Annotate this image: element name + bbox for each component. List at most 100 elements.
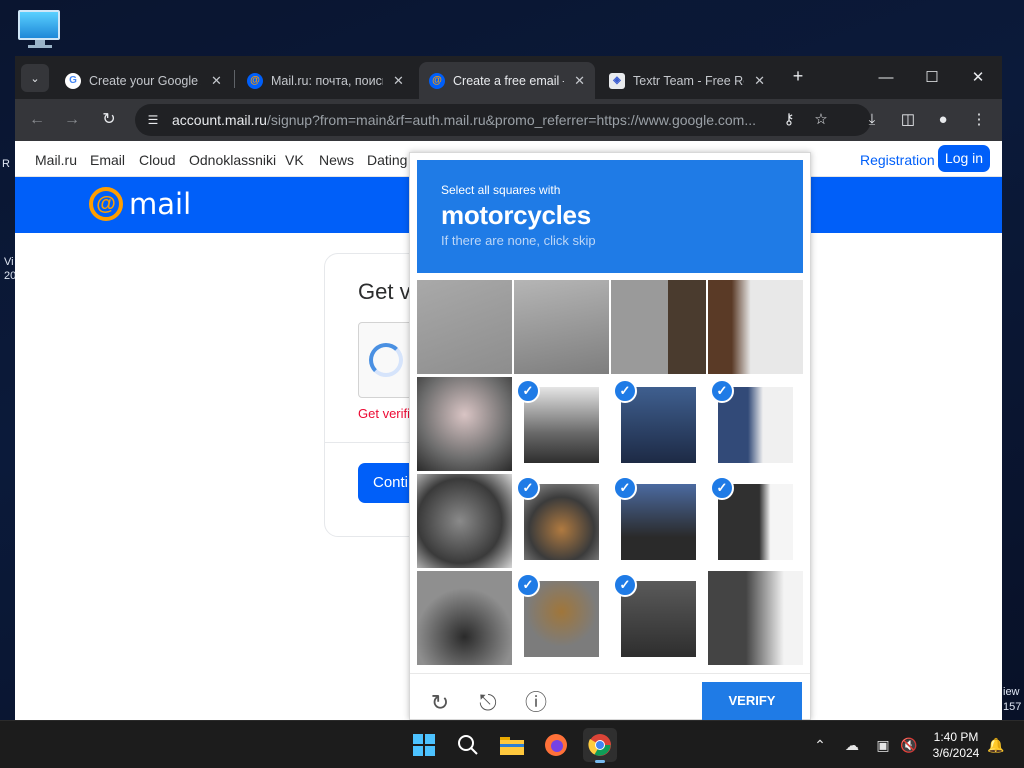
menu-icon[interactable]: ⋮ — [970, 111, 988, 129]
forward-button[interactable]: → — [58, 107, 86, 133]
chrome-button[interactable] — [583, 728, 617, 763]
chevron-up-icon[interactable]: ⌃ — [810, 735, 830, 755]
captcha-tile[interactable] — [708, 571, 803, 665]
nav-mailru[interactable]: Mail.ru — [35, 152, 77, 168]
this-pc-desktop-icon[interactable] — [18, 10, 62, 50]
audio-icon[interactable]: ⎋ — [474, 689, 502, 717]
start-button[interactable] — [407, 728, 441, 762]
tab-textr[interactable]: ◈ Textr Team - Free Receive SMS ✕ — [599, 62, 775, 99]
close-window-button[interactable]: ✕ — [955, 64, 1001, 92]
challenge-target: motorcycles — [441, 200, 591, 230]
tab-bar: ⌄ G Create your Google Account ✕ @ Mail.… — [15, 56, 1002, 99]
captcha-tile[interactable] — [708, 280, 803, 374]
active-indicator — [595, 760, 605, 763]
browser-toolbar: ← → ↻ ☰ account.mail.ru/signup?from=main… — [15, 99, 1002, 141]
captcha-tile[interactable]: ✓ — [611, 474, 706, 568]
right-edge-text-1: iew — [1003, 686, 1020, 698]
captcha-tile[interactable] — [417, 377, 512, 471]
tab-search-button[interactable]: ⌄ — [21, 64, 49, 92]
clock-date: 3/6/2024 — [932, 746, 980, 760]
captcha-tile[interactable] — [611, 280, 706, 374]
captcha-tile[interactable]: ✓ — [708, 377, 803, 471]
windows-start-icon — [413, 734, 435, 756]
reload-button[interactable]: ↻ — [95, 107, 123, 133]
new-tab-button[interactable]: + — [787, 66, 809, 87]
captcha-tile[interactable] — [417, 474, 512, 568]
nav-odnoklassniki[interactable]: Odnoklassniki — [189, 152, 276, 168]
notification-bell-icon[interactable]: 🔔 — [986, 735, 1006, 755]
tab-separator — [234, 70, 235, 88]
firefox-button[interactable] — [539, 728, 573, 762]
checkmark-icon: ✓ — [710, 379, 734, 403]
back-button[interactable]: ← — [23, 107, 51, 133]
shield-icon: ◈ — [609, 72, 625, 89]
search-button[interactable] — [451, 728, 485, 762]
url-path: /signup?from=main&rf=auth.mail.ru&promo_… — [266, 112, 756, 128]
captcha-tile[interactable] — [514, 280, 609, 374]
reload-icon: ↻ — [102, 111, 116, 128]
refresh-icon[interactable]: ↻ — [426, 689, 454, 717]
nav-news[interactable]: News — [319, 152, 354, 168]
star-icon[interactable]: ☆ — [812, 111, 830, 129]
chevron-down-icon: ⌄ — [30, 72, 40, 85]
onedrive-offline-icon[interactable]: ☁ — [842, 735, 862, 755]
mailru-logo-icon: @ — [89, 187, 123, 221]
file-explorer-button[interactable] — [495, 728, 529, 762]
captcha-challenge: Select all squares with motorcycles If t… — [409, 152, 811, 720]
nav-email[interactable]: Email — [90, 152, 125, 168]
site-info-icon[interactable]: ☰ — [145, 112, 161, 128]
left-edge-text-2: Vi — [4, 256, 14, 268]
side-panel-icon[interactable]: ◫ — [899, 111, 917, 129]
close-icon[interactable]: ✕ — [211, 73, 222, 89]
captcha-tile[interactable]: ✓ — [708, 474, 803, 568]
checkmark-icon: ✓ — [613, 476, 637, 500]
tab-google-account[interactable]: G Create your Google Account ✕ — [55, 62, 237, 99]
google-icon: G — [65, 72, 81, 89]
captcha-tile[interactable] — [417, 571, 512, 665]
volume-muted-icon[interactable]: 🔇 — [899, 735, 919, 755]
minimize-button[interactable]: — — [863, 64, 909, 92]
close-icon[interactable]: ✕ — [574, 73, 585, 89]
arrow-right-icon: → — [64, 111, 80, 128]
maximize-button[interactable]: ☐ — [909, 64, 955, 92]
verify-button[interactable]: VERIFY — [702, 682, 802, 720]
mailru-signup-page: Mail.ru Email Cloud Odnoklassniki VK New… — [15, 141, 1002, 720]
login-button[interactable]: Log in — [938, 145, 990, 172]
info-icon[interactable]: ⓘ — [522, 689, 550, 717]
clock-time: 1:40 PM — [933, 730, 979, 744]
tab-create-email[interactable]: @ Create a free email — Mail.ru ✕ — [419, 62, 595, 99]
mailru-icon: @ — [429, 72, 445, 89]
address-bar[interactable]: ☰ account.mail.ru/signup?from=main&rf=au… — [135, 104, 871, 136]
nav-vk[interactable]: VK — [285, 152, 304, 168]
tab-title: Textr Team - Free Receive SMS — [633, 73, 744, 88]
key-icon[interactable]: ⚷ — [780, 111, 798, 129]
challenge-hint: If there are none, click skip — [441, 233, 596, 248]
captcha-tile[interactable]: ✓ — [514, 571, 609, 665]
checkmark-icon: ✓ — [516, 573, 540, 597]
checkmark-icon: ✓ — [516, 379, 540, 403]
captcha-tile[interactable]: ✓ — [514, 474, 609, 568]
network-icon[interactable]: ▣ — [873, 735, 893, 755]
profile-icon[interactable]: ● — [934, 111, 952, 129]
tab-mailru-home[interactable]: @ Mail.ru: почта, поиск в интернете ✕ — [237, 62, 419, 99]
firefox-icon — [545, 734, 567, 756]
close-icon[interactable]: ✕ — [754, 73, 765, 89]
registration-link[interactable]: Registration — [860, 152, 935, 168]
url-host: account.mail.ru — [172, 112, 267, 128]
captcha-tile[interactable]: ✓ — [611, 571, 706, 665]
url-text[interactable]: account.mail.ru/signup?from=main&rf=auth… — [172, 112, 772, 128]
captcha-tile[interactable]: ✓ — [611, 377, 706, 471]
captcha-tile[interactable] — [417, 280, 512, 374]
clock[interactable]: 1:40 PM 3/6/2024 — [924, 729, 988, 761]
tab-title: Mail.ru: почта, поиск в интернете — [271, 73, 383, 88]
download-icon[interactable]: ⤓ — [863, 111, 881, 129]
close-icon[interactable]: ✕ — [393, 73, 404, 89]
nav-cloud[interactable]: Cloud — [139, 152, 176, 168]
verification-error: Get verifi — [358, 406, 411, 421]
divider — [410, 673, 810, 674]
search-icon — [458, 735, 478, 755]
taskbar: ⌃ ☁ ▣ 🔇 1:40 PM 3/6/2024 🔔 — [0, 720, 1024, 768]
nav-dating[interactable]: Dating — [367, 152, 407, 168]
left-edge-text-1: R — [2, 158, 10, 170]
captcha-tile[interactable]: ✓ — [514, 377, 609, 471]
